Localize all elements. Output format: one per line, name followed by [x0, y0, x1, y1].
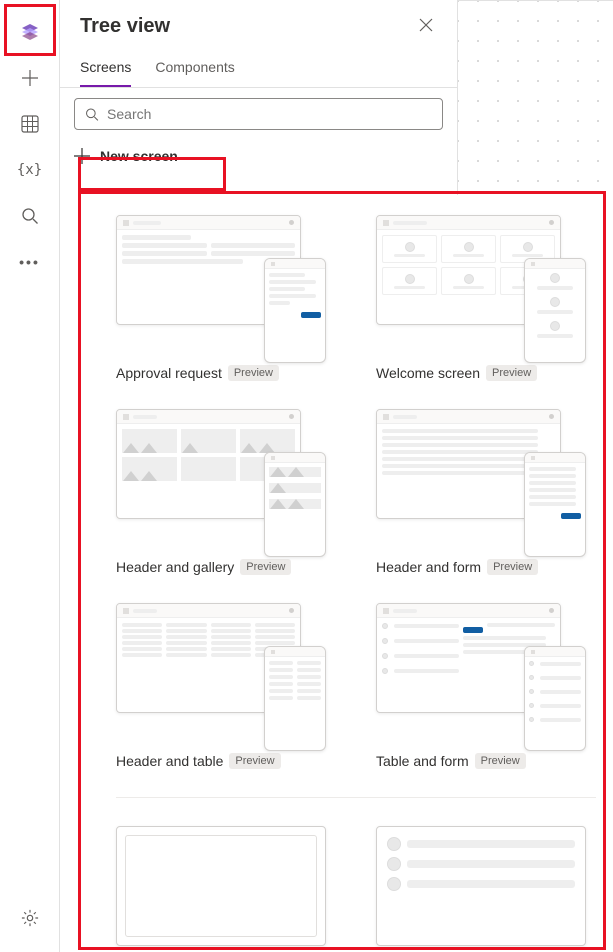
template-header-form[interactable]: Header and form Preview	[376, 409, 596, 575]
preview-badge: Preview	[240, 559, 291, 575]
thumbnail	[376, 215, 586, 355]
rail-more[interactable]: •••	[10, 242, 50, 282]
close-icon	[419, 18, 433, 32]
grid-icon	[21, 115, 39, 133]
plus-icon	[21, 69, 39, 87]
layers-icon	[20, 22, 40, 42]
thumbnail	[376, 826, 586, 946]
thumbnail	[116, 603, 326, 743]
left-rail: {x} •••	[0, 0, 60, 952]
plus-icon	[74, 148, 90, 164]
new-screen-button[interactable]: New screen	[60, 140, 192, 172]
preview-badge: Preview	[229, 753, 280, 769]
preview-badge: Preview	[486, 365, 537, 381]
template-title: Header and table	[116, 753, 223, 769]
thumbnail	[116, 215, 326, 355]
panel-title: Tree view	[80, 15, 170, 38]
rail-data[interactable]	[10, 104, 50, 144]
template-table-form[interactable]: Table and form Preview	[376, 603, 596, 769]
rail-insert[interactable]	[10, 58, 50, 98]
thumbnail	[116, 409, 326, 549]
search-icon	[21, 207, 39, 225]
template-title: Header and gallery	[116, 559, 234, 575]
search-input[interactable]	[107, 106, 432, 122]
preview-badge: Preview	[228, 365, 279, 381]
thumbnail	[376, 409, 586, 549]
template-header-gallery[interactable]: Header and gallery Preview	[116, 409, 336, 575]
thumbnail	[116, 826, 326, 946]
rail-search[interactable]	[10, 196, 50, 236]
gear-icon	[21, 909, 39, 927]
template-welcome-screen[interactable]: Welcome screen Preview	[376, 215, 596, 381]
ellipsis-icon: •••	[19, 254, 40, 270]
close-panel-button[interactable]	[415, 14, 437, 39]
tab-screens[interactable]: Screens	[80, 51, 131, 87]
template-title: Welcome screen	[376, 365, 480, 381]
template-list[interactable]	[376, 826, 596, 946]
search-icon	[85, 107, 99, 122]
tab-components[interactable]: Components	[155, 51, 234, 87]
template-title: Table and form	[376, 753, 469, 769]
search-box[interactable]	[74, 98, 443, 130]
template-blank[interactable]	[116, 826, 336, 946]
new-screen-label: New screen	[100, 148, 178, 164]
preview-badge: Preview	[475, 753, 526, 769]
rail-variables[interactable]: {x}	[10, 150, 50, 190]
thumbnail	[376, 603, 586, 743]
template-title: Header and form	[376, 559, 481, 575]
panel-tabs: Screens Components	[60, 45, 457, 88]
variables-icon: {x}	[17, 162, 42, 178]
template-approval-request[interactable]: Approval request Preview	[116, 215, 336, 381]
rail-settings[interactable]	[10, 898, 50, 938]
template-title: Approval request	[116, 365, 222, 381]
template-header-table[interactable]: Header and table Preview	[116, 603, 336, 769]
preview-badge: Preview	[487, 559, 538, 575]
rail-tree-view[interactable]	[10, 12, 50, 52]
new-screen-flyout: Approval request Preview	[78, 195, 608, 952]
